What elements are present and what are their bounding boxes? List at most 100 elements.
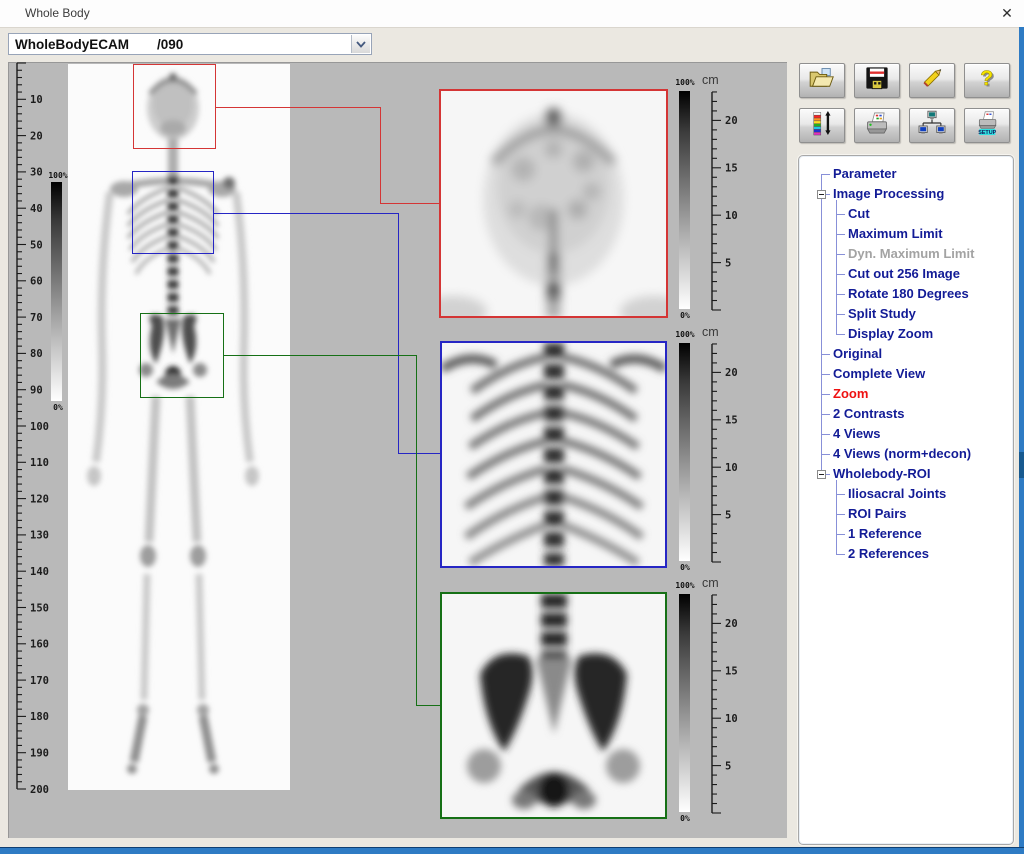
tree-connector-line [836,534,845,535]
expand-toggle-icon[interactable] [817,190,826,199]
thorax-region-box[interactable] [132,171,214,254]
tree-item-parameter[interactable]: Parameter [833,164,897,184]
tree-item-original[interactable]: Original [833,344,882,364]
tree-connector-line [821,174,830,175]
window-border-bottom [0,847,1024,854]
svg-text:20: 20 [725,618,738,630]
open-folder-icon [807,65,837,96]
svg-text:15: 15 [725,163,738,175]
svg-text:150: 150 [30,602,49,614]
tree-item-iliosacral-joints[interactable]: Iliosacral Joints [848,484,946,504]
close-icon[interactable]: ✕ [997,3,1017,23]
svg-text:80: 80 [30,348,43,360]
tree-connector-line [821,454,830,455]
tree-item-dyn-maximum-limit[interactable]: Dyn. Maximum Limit [848,244,974,264]
pelvis-colorbar [679,594,690,812]
pelvis-connector-line [416,355,417,706]
tree-connector-line [821,174,822,474]
tree-connector-line [821,394,830,395]
tree-connector-line [836,494,845,495]
svg-text:110: 110 [30,457,49,469]
body-colorbar [51,182,62,401]
pelvis-connector-line [224,355,416,356]
window-title: Whole Body [25,6,90,20]
toolbar: ?? SETUP [798,63,1014,144]
title-bar: Whole Body ✕ [0,0,1024,28]
color-scale-button[interactable] [799,108,845,143]
svg-text:15: 15 [725,666,738,678]
head-colorbar-min-label: 0% [669,311,701,320]
tree-item-display-zoom[interactable]: Display Zoom [848,324,933,344]
tree-item-2-references[interactable]: 2 References [848,544,929,564]
head-connector-line [216,107,380,108]
printer-setup-button[interactable]: SETUP [964,108,1010,143]
tree-item-cut[interactable]: Cut [848,204,870,224]
tree-item-complete-view[interactable]: Complete View [833,364,925,384]
tree-item-split-study[interactable]: Split Study [848,304,916,324]
head-zoom-image [439,89,668,318]
network-print-button[interactable] [909,108,955,143]
svg-text:20: 20 [30,130,43,142]
svg-text:20: 20 [725,115,738,127]
thorax-zoom-image [440,341,667,568]
head-cm-ruler: cm2015105 [700,70,748,318]
svg-text:130: 130 [30,530,49,542]
tree-connector-line [836,254,845,255]
tree-connector-line [836,214,845,215]
printer-setup-icon: SETUP [972,110,1002,141]
save-button[interactable] [854,63,900,98]
tree-connector-line [821,434,830,435]
tree-item-cut-out-256-image[interactable]: Cut out 256 Image [848,264,960,284]
tree-connector-line [836,480,837,554]
svg-text:10: 10 [725,462,738,474]
help-icon: ?? [972,65,1002,96]
svg-text:160: 160 [30,639,49,651]
head-colorbar-max-label: 100% [669,78,701,87]
help-button[interactable]: ?? [964,63,1010,98]
print-button[interactable] [854,108,900,143]
pelvis-region-box[interactable] [140,313,224,398]
tree-connector-line [836,314,845,315]
svg-text:cm: cm [702,325,719,339]
thorax-connector-line [398,213,399,454]
window-border-notch [1019,452,1024,478]
menu-tree-panel: ParameterImage ProcessingCutMaximum Limi… [798,155,1014,845]
svg-text:100: 100 [30,421,49,433]
svg-text:10: 10 [725,713,738,725]
chevron-down-icon[interactable] [351,35,370,53]
tree-connector-line [836,294,845,295]
svg-text:180: 180 [30,711,49,723]
edit-button[interactable] [909,63,955,98]
thorax-colorbar [679,343,690,561]
tree-connector-line [836,274,845,275]
tree-item-roi-pairs[interactable]: ROI Pairs [848,504,907,524]
tree-item-1-reference[interactable]: 1 Reference [848,524,922,544]
tree-item-image-processing[interactable]: Image Processing [833,184,944,204]
expand-toggle-icon[interactable] [817,470,826,479]
tree-item-maximum-limit[interactable]: Maximum Limit [848,224,943,244]
study-name: WholeBodyECAM [15,37,129,52]
head-region-box[interactable] [133,64,216,149]
svg-text:5: 5 [725,509,731,521]
tree-connector-line [836,514,845,515]
tree-item-4-views-norm-decon[interactable]: 4 Views (norm+decon) [833,444,971,464]
svg-text:SETUP: SETUP [978,130,996,136]
tree-item-2-contrasts[interactable]: 2 Contrasts [833,404,905,424]
open-button[interactable] [799,63,845,98]
svg-text:10: 10 [725,210,738,222]
tree-item-4-views[interactable]: 4 Views [833,424,880,444]
svg-text:120: 120 [30,493,49,505]
svg-text:60: 60 [30,276,43,288]
svg-text:5: 5 [725,760,731,772]
study-selector-combobox[interactable]: WholeBodyECAM /090 [8,33,372,55]
svg-text:90: 90 [30,385,43,397]
tree-connector-line [836,234,845,235]
color-scale-icon [807,110,837,141]
tree-item-zoom[interactable]: Zoom [833,384,868,404]
thorax-colorbar-max-label: 100% [669,330,701,339]
svg-text:50: 50 [30,239,43,251]
pelvis-zoom-image [440,592,667,819]
tree-item-wholebody-roi[interactable]: Wholebody-ROI [833,464,931,484]
tree-item-rotate-180-degrees[interactable]: Rotate 180 Degrees [848,284,969,304]
svg-text:190: 190 [30,748,49,760]
